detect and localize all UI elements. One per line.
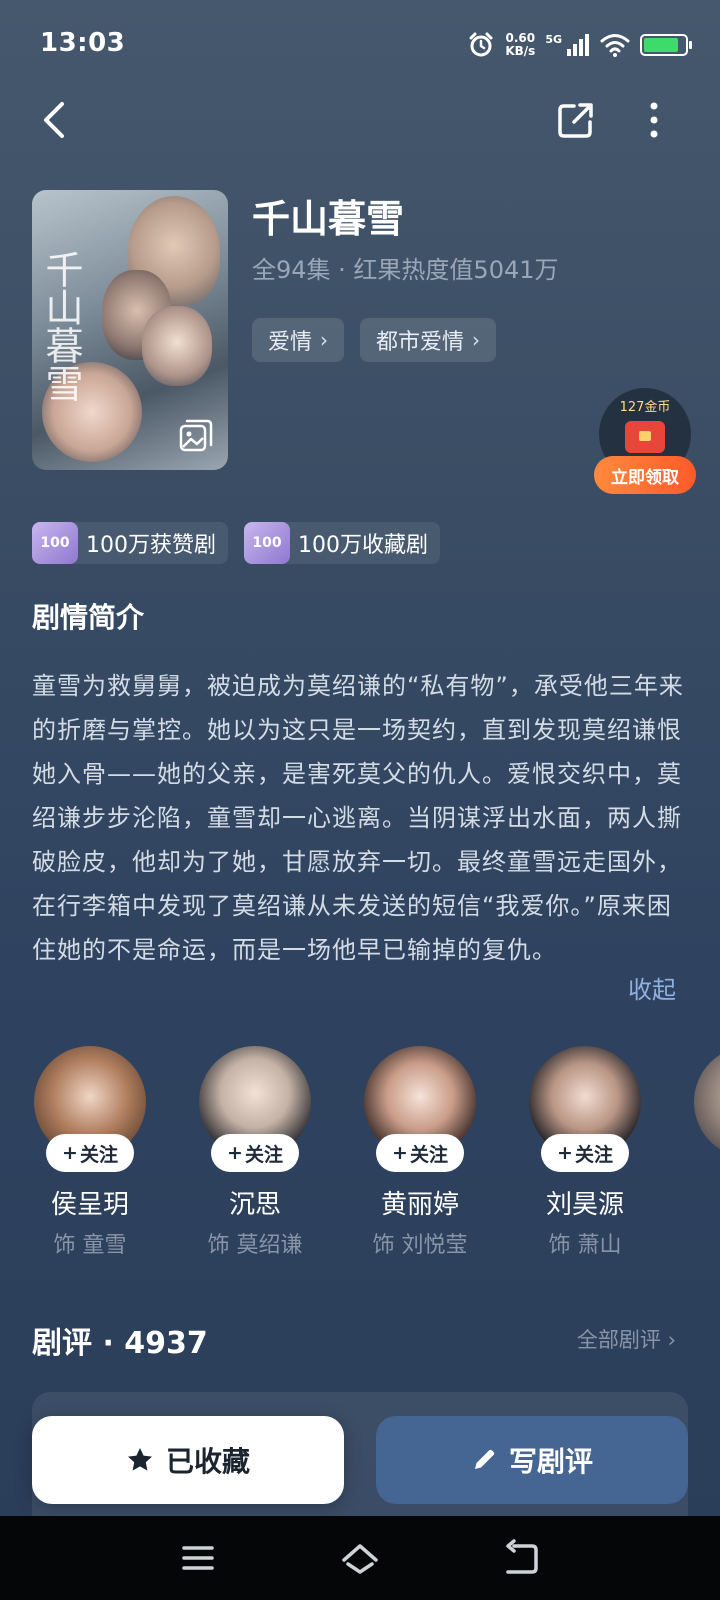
badge-100-icon: 100: [244, 522, 290, 564]
follow-label: 关注: [574, 1143, 613, 1166]
genre-tag[interactable]: 都市爱情 ›: [360, 318, 497, 362]
favorited-label: 已收藏: [165, 1445, 250, 1478]
synopsis-collapse-link[interactable]: 收起: [628, 970, 676, 1005]
system-nav-bar: [0, 1516, 720, 1600]
badge-100-icon: 100: [32, 522, 78, 564]
show-title: 千山暮雪: [252, 197, 405, 241]
status-time: 13:03: [40, 28, 126, 58]
genre-tag[interactable]: 爱情 ›: [252, 318, 345, 362]
cast-list[interactable]: + 关注 侯呈玥 饰 童雪 + 关注 沉思 饰 莫绍谦 + 关注 黄丽婷 饰 刘悦莹 …: [30, 1046, 720, 1266]
genre-tags: 爱情 › 都市爱情 ›: [252, 318, 497, 362]
plus-icon: +: [557, 1142, 573, 1164]
cast-member-partial[interactable]: [690, 1046, 720, 1158]
network-type: 5G: [545, 32, 562, 46]
cast-role: 饰 萧山: [548, 1233, 622, 1258]
net-speed: 0.60 KB/s: [505, 32, 535, 58]
follow-label: 关注: [79, 1143, 118, 1166]
poster-figure: [142, 306, 212, 386]
cast-member[interactable]: + 关注 刘昊源 饰 萧山: [525, 1046, 645, 1259]
synopsis-text: 童雪为救舅舅，被迫成为莫绍谦的“私有物”，承受他三年来的折磨与掌控。她以为这只是…: [32, 672, 684, 964]
battery-fill: [644, 38, 678, 52]
alarm-icon: [469, 32, 493, 57]
write-review-label: 写剧评: [508, 1445, 593, 1478]
badge-label: 100万获赞剧: [86, 533, 216, 558]
cast-role: 饰 童雪: [53, 1233, 127, 1258]
cast-name: 黄丽婷: [380, 1190, 459, 1220]
reward-coins: 127金币: [619, 400, 671, 415]
cast-member[interactable]: + 关注 侯呈玥 饰 童雪: [30, 1046, 150, 1259]
write-review-button[interactable]: 写剧评: [376, 1416, 688, 1504]
follow-label: 关注: [409, 1143, 448, 1166]
cast-member[interactable]: + 关注 黄丽婷 饰 刘悦莹: [360, 1046, 480, 1259]
back-icon[interactable]: [502, 1538, 542, 1578]
net-speed-unit: KB/s: [505, 44, 536, 58]
chevron-right-icon: ›: [320, 328, 329, 352]
plus-icon: +: [62, 1142, 78, 1164]
all-reviews-link[interactable]: 全部剧评 ›: [577, 1324, 676, 1354]
follow-button[interactable]: + 关注: [541, 1134, 629, 1172]
avatar[interactable]: [694, 1046, 720, 1158]
plus-icon: +: [392, 1142, 408, 1164]
badge-likes[interactable]: 100 100万获赞剧: [32, 522, 228, 564]
follow-button[interactable]: + 关注: [211, 1134, 299, 1172]
follow-button[interactable]: + 关注: [376, 1134, 464, 1172]
cast-role: 饰 刘悦莹: [372, 1233, 468, 1258]
plus-icon: +: [227, 1142, 243, 1164]
follow-button[interactable]: + 关注: [46, 1134, 134, 1172]
genre-tag-label: 都市爱情: [376, 330, 465, 355]
cast-member[interactable]: + 关注 沉思 饰 莫绍谦: [195, 1046, 315, 1259]
wifi-icon: [600, 34, 630, 57]
home-icon[interactable]: [340, 1538, 380, 1578]
signal-icon: [567, 34, 589, 56]
status-icons: 0.60 KB/s 5G: [467, 28, 692, 62]
claim-reward-button[interactable]: 立即领取: [594, 456, 696, 494]
cast-name: 沉思: [228, 1190, 281, 1220]
favorited-button[interactable]: 已收藏: [32, 1416, 344, 1504]
show-meta: 全94集 · 红果热度值5041万: [252, 256, 559, 284]
chevron-left-icon[interactable]: [36, 98, 76, 142]
chevron-right-icon: ›: [667, 1328, 676, 1352]
pencil-icon: [474, 1449, 495, 1469]
cast-role: 饰 莫绍谦: [207, 1233, 303, 1258]
red-envelope-icon: [625, 421, 665, 453]
star-icon: [127, 1448, 152, 1471]
reviews-title: 剧评 · 4937: [32, 1326, 208, 1361]
follow-label: 关注: [244, 1143, 283, 1166]
more-vertical-icon[interactable]: [646, 100, 662, 140]
gallery-icon[interactable]: [178, 418, 214, 454]
battery-icon: [640, 34, 692, 56]
cast-name: 侯呈玥: [50, 1190, 129, 1220]
show-poster[interactable]: 千山暮雪: [32, 190, 228, 470]
achievement-badges: 100 100万获赞剧 100 100万收藏剧: [32, 522, 440, 564]
badge-label: 100万收藏剧: [298, 533, 428, 558]
menu-icon[interactable]: [178, 1538, 218, 1578]
synopsis-heading: 剧情简介: [32, 601, 145, 634]
badge-favorites[interactable]: 100 100万收藏剧: [244, 522, 440, 564]
all-reviews-label: 全部剧评: [576, 1328, 661, 1352]
chevron-right-icon: ›: [472, 328, 481, 352]
coin-reward-widget[interactable]: 127金币 立即领取: [594, 388, 696, 496]
top-nav: [0, 90, 720, 150]
cast-name: 刘昊源: [545, 1190, 624, 1220]
share-icon[interactable]: [556, 100, 596, 140]
genre-tag-label: 爱情: [268, 330, 313, 355]
poster-title-art: 千山暮雪: [39, 250, 83, 402]
status-bar: 13:03 0.60 KB/s 5G: [0, 0, 720, 90]
